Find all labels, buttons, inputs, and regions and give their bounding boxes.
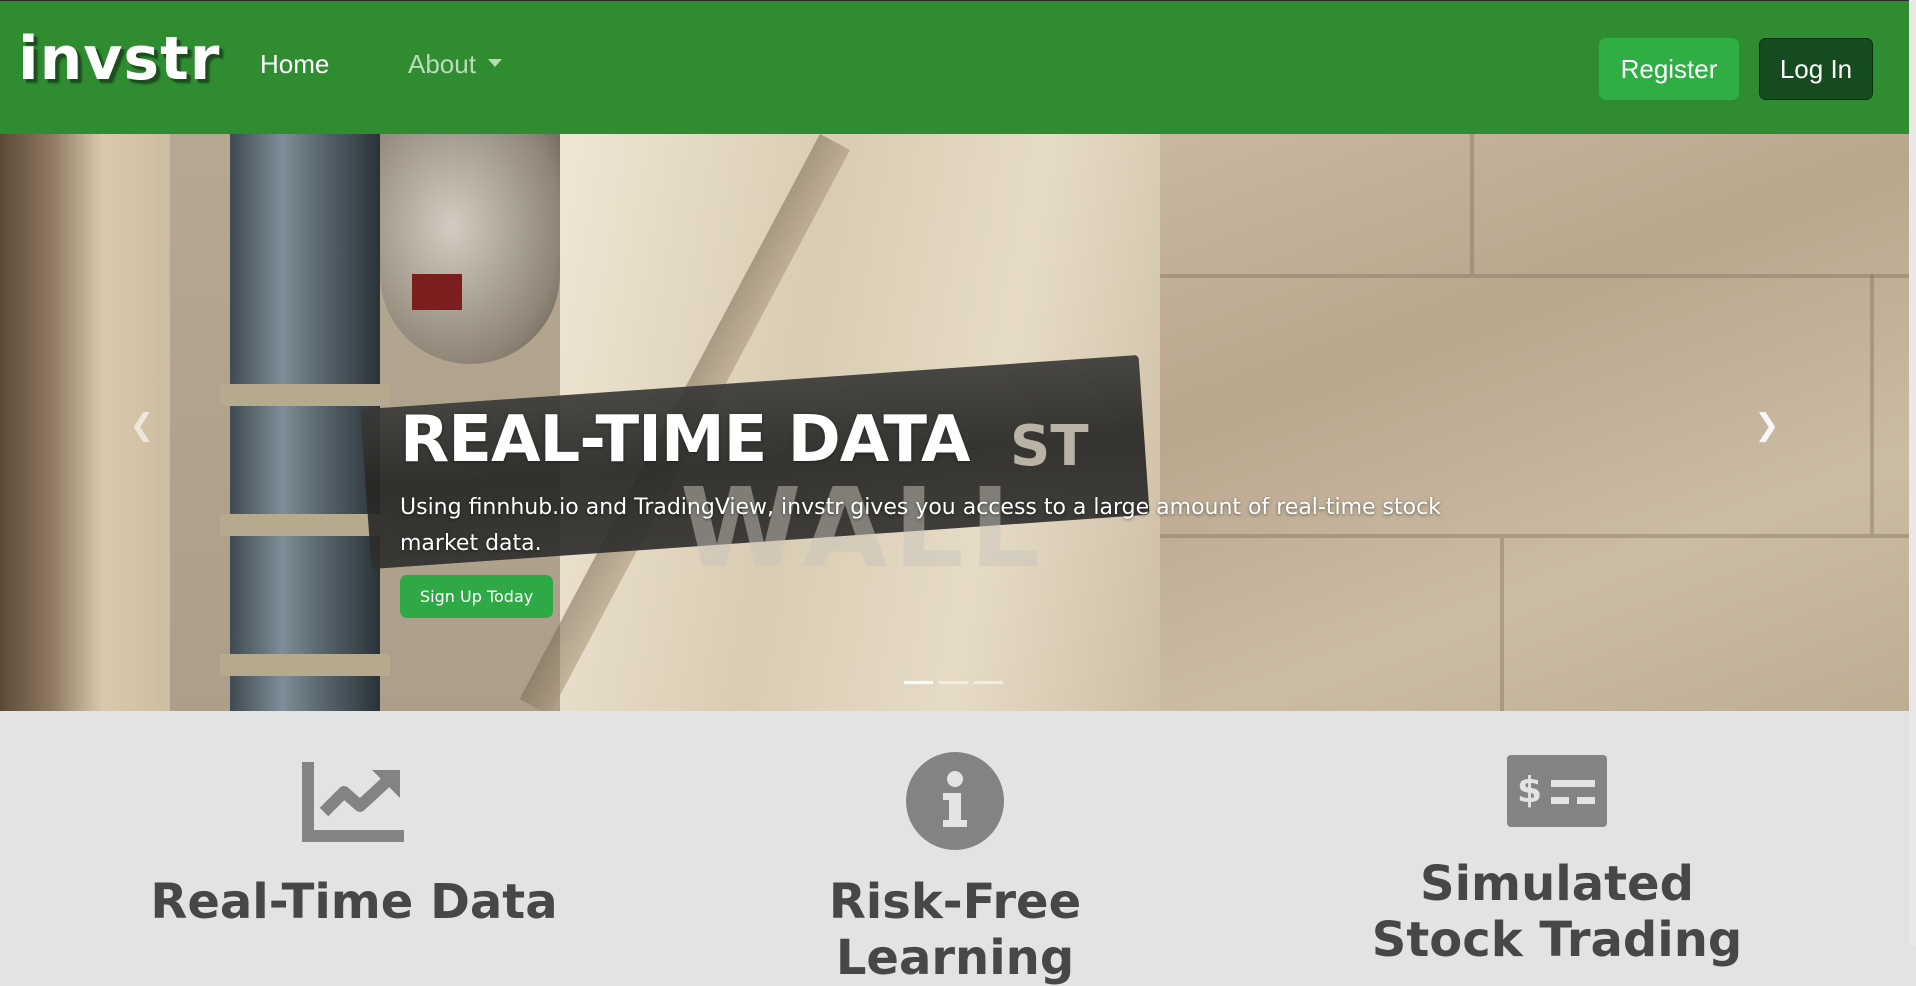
chevron-right-icon: ❯ [1754,408,1780,443]
features-section: $ Real-Time Data Risk-Free Learning Simu… [0,711,1909,986]
nav-about-dropdown[interactable]: About [408,51,502,77]
navbar: invstr Home About Register Log In [0,0,1909,135]
chevron-left-icon: ❮ [129,408,155,443]
caret-down-icon [487,59,502,68]
slide-text: Using finnhub.io and TradingView, invstr… [400,495,1441,556]
nav-about-label: About [408,49,476,79]
feature-title: Simulated Stock Trading [1371,856,1743,968]
nav-home-link[interactable]: Home [260,51,329,77]
hero-carousel: WALL ST ❮ ❯ REAL-TIME DATA Using finnhub… [0,134,1909,711]
login-button[interactable]: Log In [1759,38,1873,100]
carousel-prev-button[interactable]: ❮ [122,406,162,446]
chart-line-icon [302,762,404,842]
feature-title: Risk-Free Learning [828,874,1082,986]
sign-up-button[interactable]: Sign Up Today [400,575,554,618]
carousel-indicator[interactable] [974,681,1003,684]
slide-title: REAL-TIME DATA [400,403,971,477]
feature-simulated-trading: Simulated Stock Trading [1307,856,1807,968]
feature-title: Real-Time Data [150,874,558,930]
slide-caption: REAL-TIME DATA Using finnhub.io and Trad… [400,408,1500,618]
scrollbar[interactable] [1909,0,1916,946]
feature-risk-free-learning: Risk-Free Learning [705,874,1205,986]
carousel-indicator[interactable] [939,681,968,684]
feature-real-time-data: Real-Time Data [104,874,604,930]
carousel-next-button[interactable]: ❯ [1747,406,1787,446]
brand-logo[interactable]: invstr [18,29,220,89]
info-circle-icon [906,752,1004,850]
carousel-indicator[interactable] [904,681,933,684]
money-check-dollar-icon: $ [1507,755,1607,827]
carousel-indicators [904,681,1003,684]
svg-text:$: $ [1517,770,1542,811]
register-button[interactable]: Register [1599,38,1739,100]
